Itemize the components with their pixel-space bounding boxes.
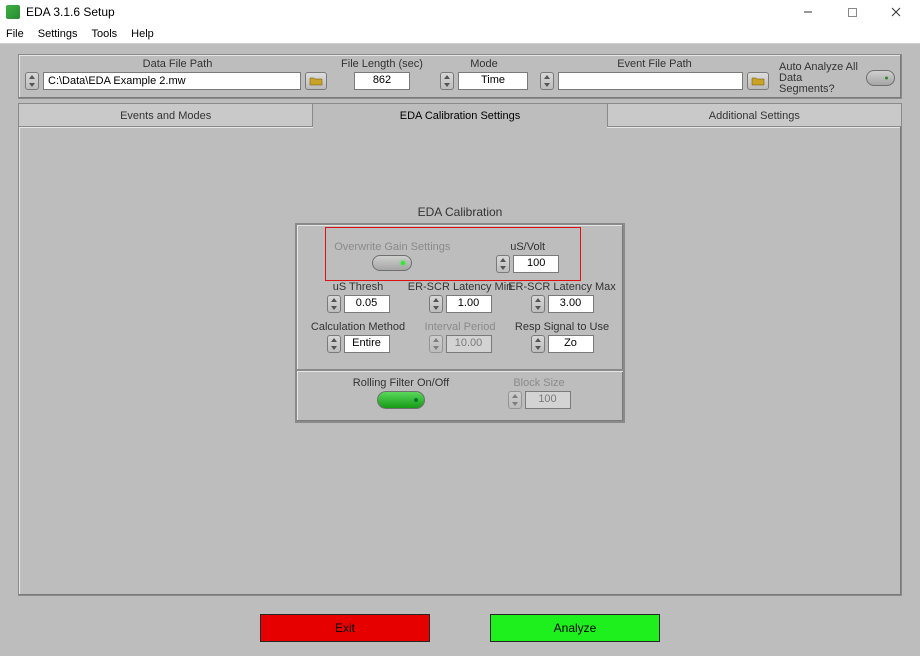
- maximize-button[interactable]: [830, 0, 874, 24]
- usthresh-label: uS Thresh: [333, 281, 384, 293]
- auto-analyze-label: Auto Analyze All Data Segments?: [779, 62, 860, 95]
- latmin-label: ER-SCR Latency Min: [408, 281, 513, 293]
- blocksize-spinner: [508, 391, 522, 409]
- top-panel: Data File Path File Length (sec) 862 Mod…: [18, 54, 902, 99]
- respsignal-value[interactable]: Zo: [548, 335, 594, 353]
- menubar: File Settings Tools Help: [0, 24, 920, 44]
- tabstrip: Events and Modes EDA Calibration Setting…: [18, 103, 902, 127]
- overwrite-gain-label: Overwrite Gain Settings: [334, 241, 450, 253]
- blocksize-value: 100: [525, 391, 571, 409]
- bottom-bar: Exit Analyze: [0, 614, 920, 642]
- latmax-spinner[interactable]: [531, 295, 545, 313]
- event-file-browse-button[interactable]: [747, 72, 769, 90]
- tab-content: EDA Calibration Overwrite Gain Settings …: [18, 126, 902, 596]
- titlebar: EDA 3.1.6 Setup: [0, 0, 920, 24]
- analyze-button[interactable]: Analyze: [490, 614, 660, 642]
- overwrite-gain-toggle[interactable]: [372, 255, 412, 271]
- interval-label: Interval Period: [425, 321, 496, 333]
- menu-file[interactable]: File: [6, 28, 24, 40]
- event-file-path-input[interactable]: [558, 72, 743, 90]
- mode-spinner[interactable]: [440, 72, 454, 90]
- menu-tools[interactable]: Tools: [91, 28, 117, 40]
- data-file-path-input[interactable]: [43, 72, 301, 90]
- data-file-path-spinner[interactable]: [25, 72, 39, 90]
- file-length-value: 862: [354, 72, 410, 90]
- menu-help[interactable]: Help: [131, 28, 154, 40]
- usvolt-label: uS/Volt: [510, 241, 545, 253]
- window-title: EDA 3.1.6 Setup: [26, 5, 786, 19]
- auto-analyze-block: Auto Analyze All Data Segments?: [775, 62, 895, 95]
- latmax-label: ER-SCR Latency Max: [508, 281, 616, 293]
- calibration-panel: Overwrite Gain Settings uS/Volt 100: [295, 223, 625, 423]
- latmin-value[interactable]: 1.00: [446, 295, 492, 313]
- tab-eda-calibration[interactable]: EDA Calibration Settings: [313, 103, 607, 127]
- usvolt-spinner[interactable]: [496, 255, 510, 273]
- rolling-filter-toggle[interactable]: [377, 391, 425, 409]
- tab-additional-settings[interactable]: Additional Settings: [608, 103, 902, 127]
- blocksize-label: Block Size: [513, 377, 564, 389]
- mode-value[interactable]: Time: [458, 72, 528, 90]
- client-area: Data File Path File Length (sec) 862 Mod…: [0, 44, 920, 656]
- mode-label: Mode: [434, 58, 534, 70]
- event-file-path-spinner[interactable]: [540, 72, 554, 90]
- latmin-spinner[interactable]: [429, 295, 443, 313]
- respsignal-label: Resp Signal to Use: [515, 321, 609, 333]
- data-file-browse-button[interactable]: [305, 72, 327, 90]
- section-title: EDA Calibration: [19, 205, 901, 219]
- calcmethod-value[interactable]: Entire: [344, 335, 390, 353]
- rolling-filter-label: Rolling Filter On/Off: [353, 377, 449, 389]
- usvolt-value[interactable]: 100: [513, 255, 559, 273]
- interval-value: 10.00: [446, 335, 492, 353]
- menu-settings[interactable]: Settings: [38, 28, 78, 40]
- event-file-path-label: Event File Path: [540, 58, 769, 70]
- auto-analyze-toggle[interactable]: [866, 70, 896, 86]
- file-length-label: File Length (sec): [336, 58, 428, 70]
- calcmethod-spinner[interactable]: [327, 335, 341, 353]
- minimize-button[interactable]: [786, 0, 830, 24]
- respsignal-spinner[interactable]: [531, 335, 545, 353]
- app-icon: [6, 5, 20, 19]
- exit-button[interactable]: Exit: [260, 614, 430, 642]
- calcmethod-label: Calculation Method: [311, 321, 405, 333]
- close-button[interactable]: [874, 0, 918, 24]
- latmax-value[interactable]: 3.00: [548, 295, 594, 313]
- interval-spinner: [429, 335, 443, 353]
- data-file-path-label: Data File Path: [25, 58, 330, 70]
- tab-events-and-modes[interactable]: Events and Modes: [18, 103, 313, 127]
- usthresh-value[interactable]: 0.05: [344, 295, 390, 313]
- usthresh-spinner[interactable]: [327, 295, 341, 313]
